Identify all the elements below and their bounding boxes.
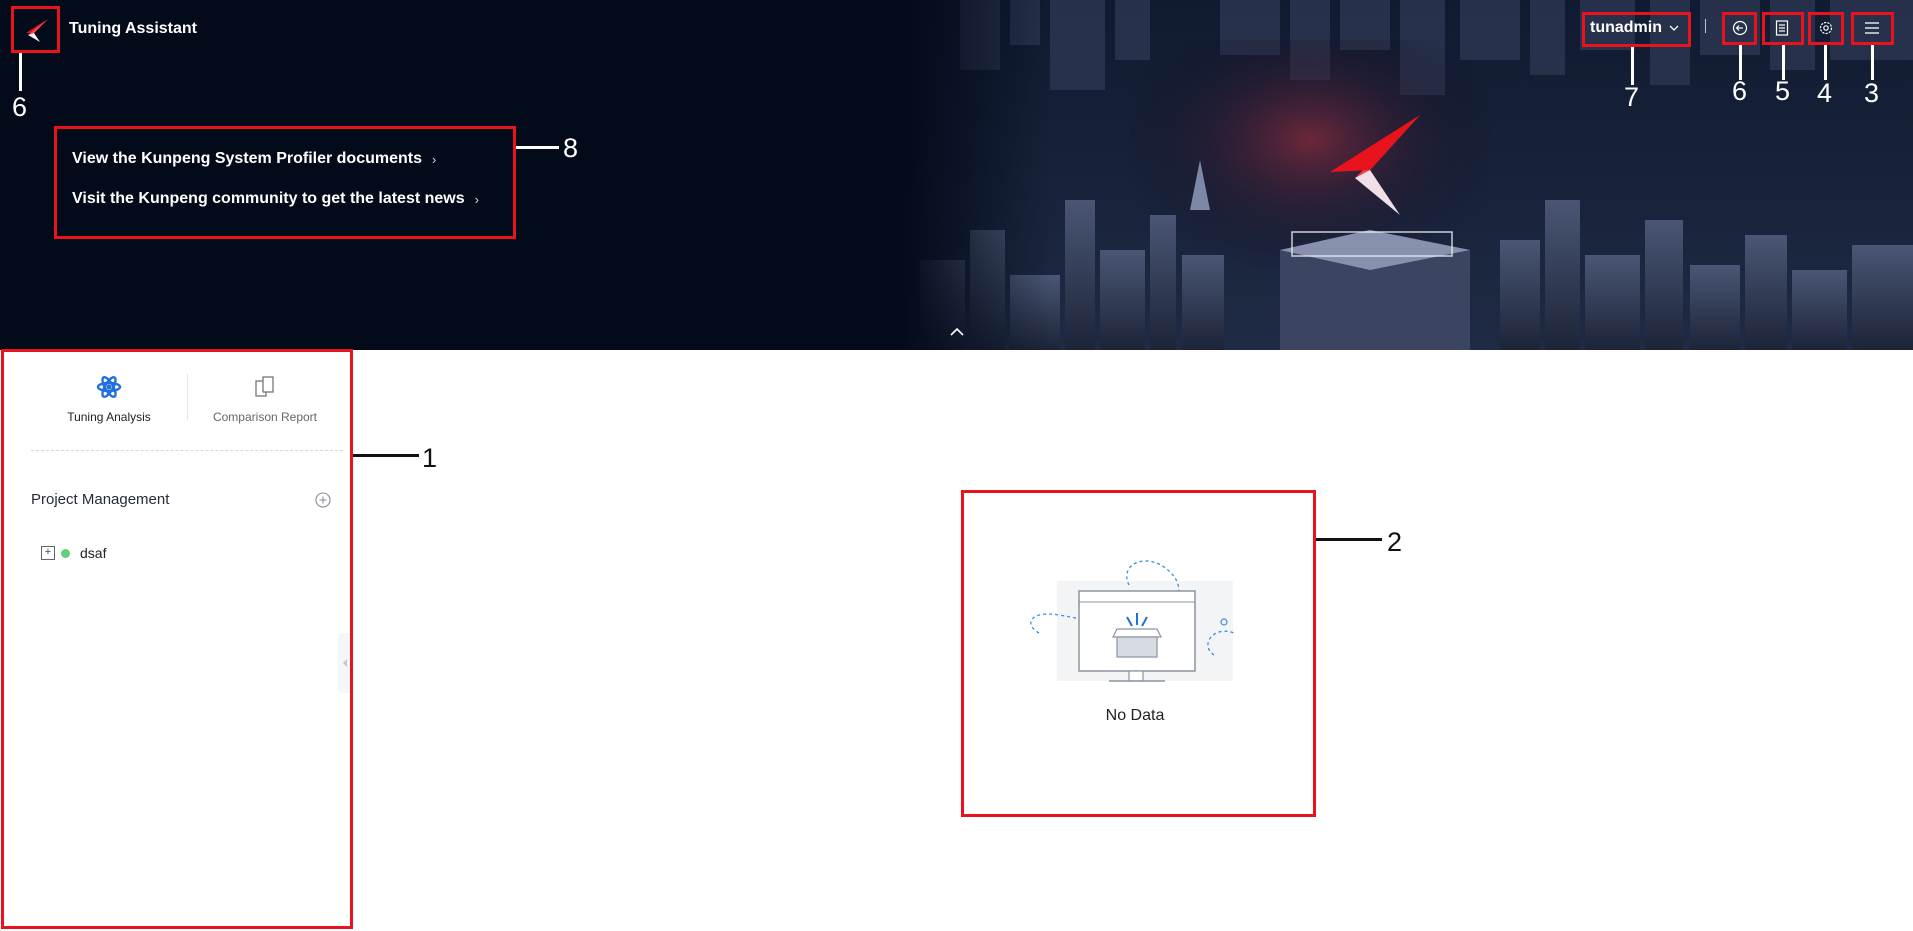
app-title: Tuning Assistant: [69, 20, 197, 37]
callout-number: 7: [1624, 82, 1640, 112]
callout-box-sidebar: [1, 349, 353, 929]
callout-line: [1739, 45, 1742, 80]
header-separator: [1705, 19, 1706, 33]
callout-box-empty: [961, 490, 1316, 817]
callout-number: 5: [1775, 76, 1791, 106]
callout-box-menu: [1851, 12, 1894, 45]
callout-line: [1631, 47, 1634, 85]
callout-box-docs: [1762, 12, 1804, 45]
callout-line: [353, 454, 419, 457]
callout-line: [1316, 538, 1382, 541]
callout-number: 6: [12, 92, 28, 122]
chevron-up-icon: [950, 327, 964, 336]
callout-line: [1824, 45, 1827, 80]
callout-number: 6: [1732, 76, 1748, 106]
callout-number: 1: [422, 443, 438, 473]
callout-line: [1782, 45, 1785, 80]
callout-number: 2: [1387, 527, 1403, 557]
callout-number: 8: [563, 133, 579, 163]
callout-box-links: [54, 126, 516, 239]
city-illustration: [900, 0, 1913, 350]
callout-box-settings: [1808, 12, 1844, 45]
callout-line: [1871, 45, 1874, 80]
callout-line: [19, 53, 22, 91]
callout-box-back: [1722, 12, 1757, 45]
callout-box-user: [1582, 12, 1691, 47]
callout-number: 4: [1817, 78, 1833, 108]
callout-number: 3: [1864, 78, 1880, 108]
collapse-banner-button[interactable]: [948, 323, 966, 341]
callout-line: [516, 146, 559, 149]
callout-box-logo: [11, 6, 60, 53]
